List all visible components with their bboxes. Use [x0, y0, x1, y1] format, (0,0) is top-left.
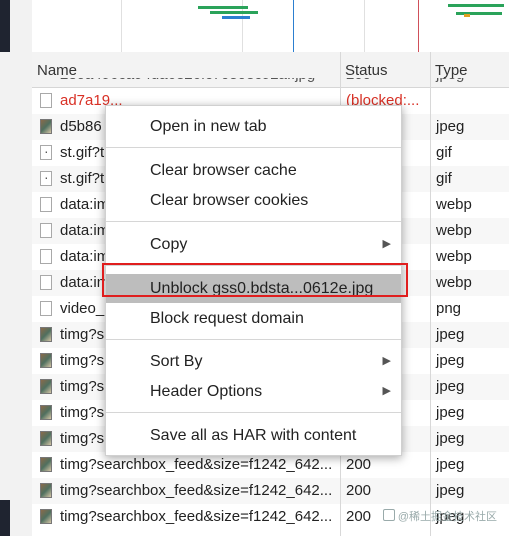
menu-separator: [106, 147, 401, 148]
row-name: data:im: [60, 222, 110, 239]
image-thumbnail-icon: [40, 119, 52, 134]
image-thumbnail-icon: [40, 509, 52, 524]
file-icon: [40, 275, 52, 290]
row-type: jpeg: [436, 78, 464, 88]
file-icon: [40, 249, 52, 264]
row-name: timg?s: [60, 326, 105, 343]
row-name: timg?s: [60, 430, 105, 447]
dark-edge-bottom: [0, 500, 10, 536]
row-name: timg?searchbox_feed&size=f1242_642...: [60, 508, 333, 525]
image-thumbnail-icon: [40, 431, 52, 446]
row-type: jpeg: [436, 378, 465, 395]
row-name: data:im: [60, 196, 110, 213]
image-thumbnail-icon: [40, 353, 52, 368]
submenu-arrow-icon: ▶: [382, 385, 391, 397]
waterfall-gridline: [364, 0, 365, 52]
gif-file-icon: [40, 138, 52, 164]
menu-item-label: Sort By: [150, 353, 203, 370]
file-icon: [40, 301, 52, 316]
row-name: 2e0a496ca94da6e26fc7050ec92a..jpg: [60, 78, 315, 88]
menu-item-label: Save all as HAR with content: [150, 427, 357, 444]
menu-separator: [106, 221, 401, 222]
dom-content-loaded-marker: [293, 0, 294, 52]
row-name: timg?s: [60, 378, 105, 395]
row-type: jpeg: [436, 482, 465, 499]
load-event-marker: [418, 0, 419, 52]
menu-item-label: Header Options: [150, 383, 263, 400]
watermark-text: @稀土掘金技术社区: [397, 511, 497, 523]
menu-item-label: Clear browser cookies: [150, 192, 309, 209]
row-type: jpeg: [436, 326, 465, 343]
row-type: jpeg: [436, 404, 465, 421]
dark-edge-top: [0, 0, 10, 52]
waterfall-bar: [448, 4, 504, 7]
menu-item-clear-cookies[interactable]: Clear browser cookies: [106, 186, 401, 215]
row-status: 200: [346, 508, 372, 525]
menu-item-label: Copy: [150, 236, 188, 253]
column-divider[interactable]: [430, 52, 431, 536]
menu-separator: [106, 339, 401, 340]
table-row[interactable]: timg?searchbox_feed&size=f1242_642... 200…: [32, 478, 509, 504]
row-name: st.gif?t: [60, 170, 105, 187]
menu-item-open-new-tab[interactable]: Open in new tab: [106, 112, 401, 141]
file-icon: [40, 223, 52, 238]
row-type: jpeg: [436, 456, 465, 473]
waterfall-bar: [464, 14, 470, 17]
row-name: d5b86: [60, 118, 102, 135]
waterfall-overview[interactable]: [32, 0, 509, 53]
watermark: @稀土掘金技术社区: [382, 508, 497, 524]
submenu-arrow-icon: ▶: [382, 238, 391, 250]
left-panel-edge: [0, 0, 32, 536]
row-type: gif: [436, 170, 452, 187]
waterfall-bar: [222, 16, 250, 19]
row-name: timg?searchbox_feed&size=f1242_642...: [60, 482, 333, 499]
row-type: webp: [436, 248, 472, 265]
row-name: st.gif?t: [60, 144, 105, 161]
row-type: png: [436, 300, 462, 317]
highlight-annotation-box: [102, 263, 408, 297]
image-thumbnail-icon: [40, 327, 52, 342]
row-type: webp: [436, 222, 472, 239]
waterfall-bar: [456, 12, 502, 15]
row-name: video_: [60, 300, 105, 317]
menu-item-block-domain[interactable]: Block request domain: [106, 304, 401, 333]
waterfall-gridline: [121, 0, 122, 52]
image-thumbnail-icon: [40, 379, 52, 394]
table-row-partial[interactable]: 2e0a496ca94da6e26fc7050ec92a..jpg 200 jp…: [32, 78, 509, 88]
row-type: jpeg: [436, 118, 465, 135]
menu-item-copy[interactable]: Copy ▶: [106, 230, 401, 259]
row-type: gif: [436, 144, 452, 161]
row-status: 200: [346, 78, 371, 88]
menu-item-sort-by[interactable]: Sort By ▶: [106, 347, 401, 376]
row-status: 200: [346, 482, 372, 499]
row-type: webp: [436, 274, 472, 291]
waterfall-bar: [198, 6, 248, 9]
submenu-arrow-icon: ▶: [382, 355, 391, 367]
row-type: jpeg: [436, 430, 465, 447]
menu-item-label: Open in new tab: [150, 118, 267, 135]
row-type: webp: [436, 196, 472, 213]
file-icon: [40, 93, 52, 108]
watermark-logo-icon: [382, 509, 395, 521]
waterfall-bar: [210, 11, 258, 14]
menu-item-header-options[interactable]: Header Options ▶: [106, 377, 401, 406]
menu-item-clear-cache[interactable]: Clear browser cache: [106, 156, 401, 185]
row-name: timg?s: [60, 404, 105, 421]
menu-item-label: Clear browser cache: [150, 162, 297, 179]
image-thumbnail-icon: [40, 405, 52, 420]
image-thumbnail-icon: [40, 483, 52, 498]
menu-item-save-har[interactable]: Save all as HAR with content: [106, 421, 401, 450]
row-type: jpeg: [436, 352, 465, 369]
file-icon: [40, 197, 52, 212]
gif-file-icon: [40, 164, 52, 190]
menu-separator: [106, 412, 401, 413]
image-thumbnail-icon: [40, 457, 52, 472]
row-name: timg?s: [60, 352, 105, 369]
menu-item-label: Block request domain: [150, 310, 304, 327]
